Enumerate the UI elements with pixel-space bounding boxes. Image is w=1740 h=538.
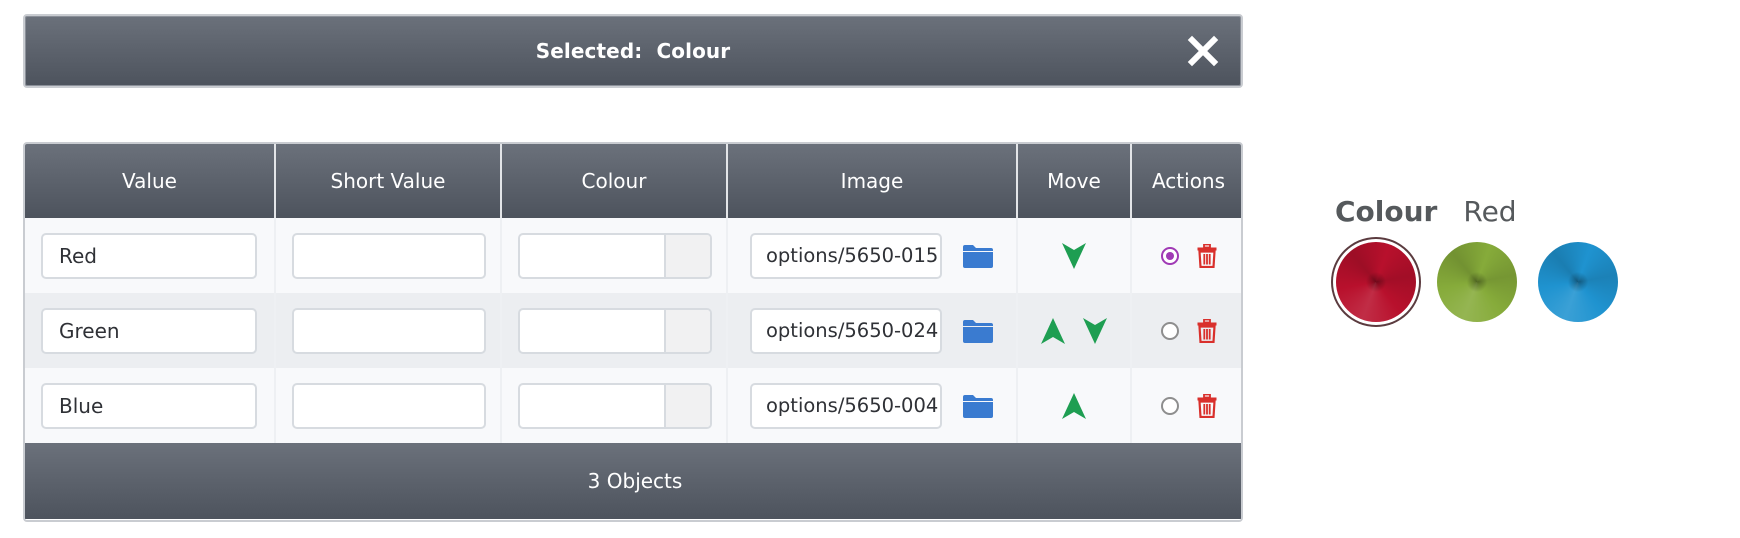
column-header-value[interactable]: Value: [25, 144, 276, 218]
colour-cell: [501, 293, 728, 368]
swatch-list: [1336, 242, 1618, 322]
actions-cell: [1131, 293, 1241, 368]
colour-picker[interactable]: [518, 307, 712, 354]
colour-picker[interactable]: [518, 382, 712, 429]
short-value-input[interactable]: [292, 307, 486, 354]
colour-swatch-red[interactable]: [1336, 242, 1416, 322]
move-cell: [1017, 368, 1132, 443]
table-row: Red options/5650-015: [25, 218, 1241, 293]
column-header-short-value[interactable]: Short Value: [275, 144, 502, 218]
default-radio-icon[interactable]: [1160, 246, 1179, 265]
value-input[interactable]: Red: [41, 232, 257, 279]
arrow-down-icon[interactable]: [1082, 317, 1108, 345]
preview-label: Colour: [1335, 195, 1438, 228]
image-path-input[interactable]: options/5650-024: [750, 307, 942, 354]
column-header-image[interactable]: Image: [727, 144, 1018, 218]
value-input[interactable]: Blue: [41, 382, 257, 429]
move-cell: [1017, 293, 1132, 368]
default-radio-icon[interactable]: [1160, 396, 1179, 415]
options-table: Value Short Value Colour Image Move Acti…: [23, 142, 1243, 522]
colour-input[interactable]: [520, 385, 664, 427]
colour-preview: Colour Red: [1335, 195, 1618, 322]
value-cell: Blue: [25, 368, 276, 443]
folder-icon[interactable]: [962, 318, 994, 344]
column-header-move: Move: [1017, 144, 1132, 218]
column-header-colour[interactable]: Colour: [501, 144, 728, 218]
folder-icon[interactable]: [962, 243, 994, 269]
short-value-input[interactable]: [292, 232, 486, 279]
arrow-down-icon[interactable]: [1061, 242, 1087, 270]
colour-picker[interactable]: [518, 232, 712, 279]
preview-labels: Colour Red: [1335, 195, 1618, 228]
colour-swatch-button[interactable]: [664, 234, 710, 277]
object-count: 3 Objects: [25, 443, 1241, 519]
colour-swatch-button[interactable]: [664, 309, 710, 352]
colour-input[interactable]: [520, 235, 664, 277]
image-cell: options/5650-024: [727, 293, 1018, 368]
table-row: Blue options/5650-004: [25, 368, 1241, 443]
colour-cell: [501, 368, 728, 443]
image-path-input[interactable]: options/5650-015: [750, 232, 942, 279]
table-row: Green options/5650-024: [25, 293, 1241, 368]
close-x-icon[interactable]: [1187, 35, 1219, 67]
short-value-input[interactable]: [292, 382, 486, 429]
trash-icon[interactable]: [1197, 243, 1217, 268]
actions-cell: [1131, 218, 1241, 293]
preview-selected-value: Red: [1463, 195, 1517, 228]
selected-title: Selected: Colour: [25, 16, 1241, 86]
short-value-cell: [275, 218, 502, 293]
selected-title-value: Colour: [656, 39, 731, 63]
colour-swatch-blue[interactable]: [1538, 242, 1618, 322]
selected-header-bar: Selected: Colour: [23, 14, 1243, 88]
table-header-row: Value Short Value Colour Image Move Acti…: [25, 144, 1241, 218]
short-value-cell: [275, 293, 502, 368]
value-input[interactable]: Green: [41, 307, 257, 354]
colour-swatch-button[interactable]: [664, 384, 710, 427]
arrow-up-icon[interactable]: [1061, 392, 1087, 420]
colour-input[interactable]: [520, 310, 664, 352]
image-cell: options/5650-004: [727, 368, 1018, 443]
short-value-cell: [275, 368, 502, 443]
image-path-input[interactable]: options/5650-004: [750, 382, 942, 429]
table-footer-row: 3 Objects: [25, 443, 1241, 519]
move-cell: [1017, 218, 1132, 293]
image-cell: options/5650-015: [727, 218, 1018, 293]
default-radio-icon[interactable]: [1160, 321, 1179, 340]
value-cell: Red: [25, 218, 276, 293]
selected-title-prefix: Selected:: [535, 39, 643, 63]
value-cell: Green: [25, 293, 276, 368]
trash-icon[interactable]: [1197, 318, 1217, 343]
trash-icon[interactable]: [1197, 393, 1217, 418]
column-header-actions: Actions: [1131, 144, 1241, 218]
colour-swatch-green[interactable]: [1437, 242, 1517, 322]
arrow-up-icon[interactable]: [1040, 317, 1066, 345]
folder-icon[interactable]: [962, 393, 994, 419]
actions-cell: [1131, 368, 1241, 443]
colour-cell: [501, 218, 728, 293]
